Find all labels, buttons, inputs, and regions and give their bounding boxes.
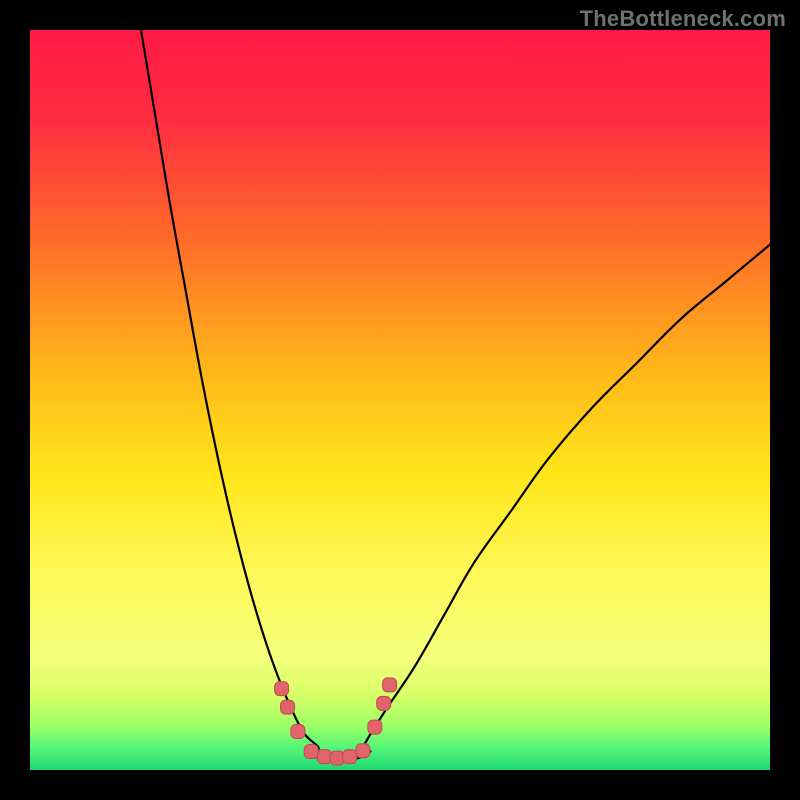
plot-area (30, 30, 770, 770)
marker-dot (318, 750, 332, 764)
marker-dot (377, 696, 391, 710)
marker-dot (275, 682, 289, 696)
marker-dot (330, 751, 344, 765)
bottleneck-chart (30, 30, 770, 770)
marker-dot (356, 744, 370, 758)
marker-dot (281, 700, 295, 714)
marker-dot (304, 745, 318, 759)
gradient-background (30, 30, 770, 770)
chart-frame: TheBottleneck.com (0, 0, 800, 800)
marker-dot (383, 678, 397, 692)
marker-dot (291, 725, 305, 739)
marker-dot (343, 750, 357, 764)
watermark-text: TheBottleneck.com (580, 6, 786, 32)
marker-dot (368, 720, 382, 734)
